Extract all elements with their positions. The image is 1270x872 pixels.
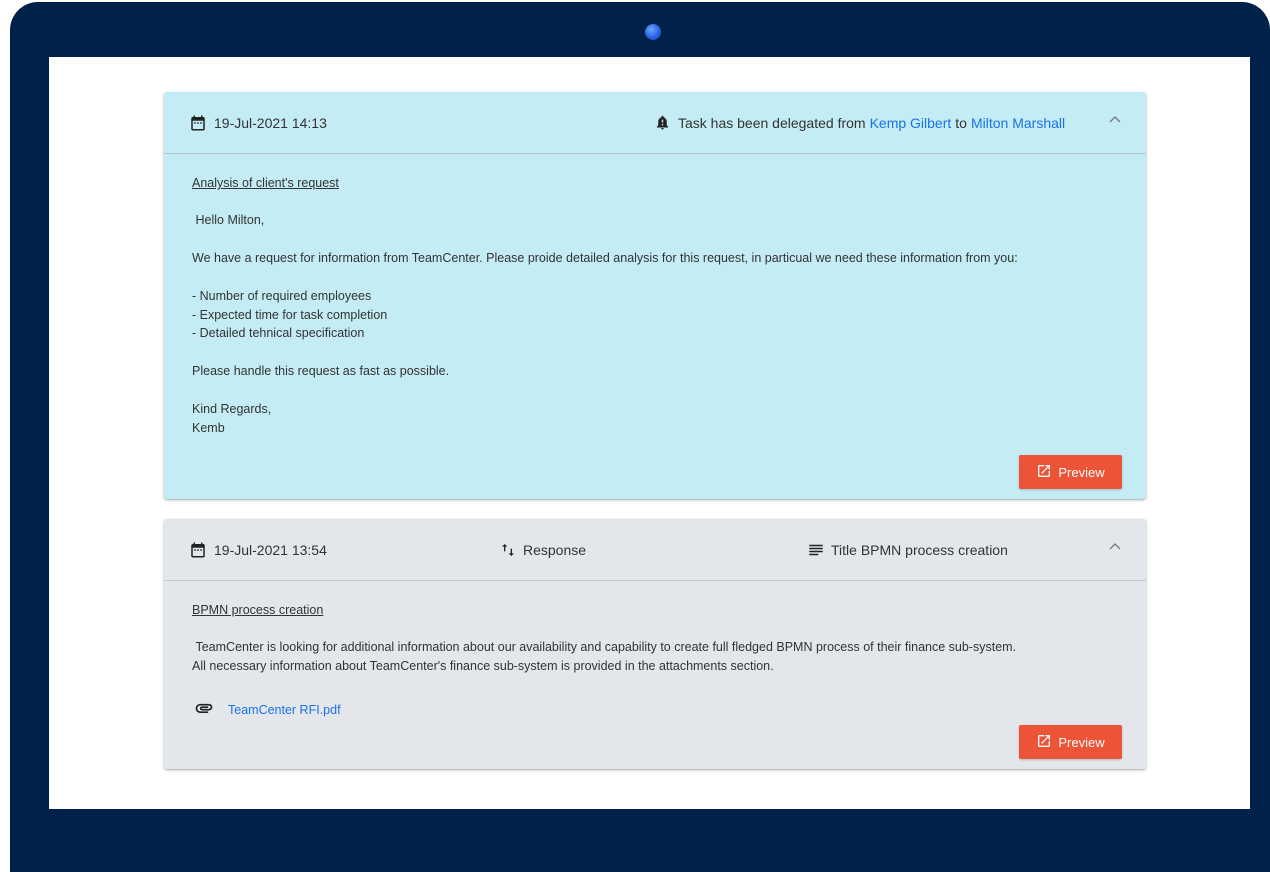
message-subject: Analysis of client's request [192, 176, 339, 190]
history-card-delegation: 19-Jul-2021 14:13 Task has been delegate… [164, 92, 1146, 499]
delegation-group: Task has been delegated from Kemp Gilber… [654, 92, 1065, 153]
swap-vertical-icon [500, 542, 516, 558]
list-item: - Expected time for task completion [192, 307, 388, 322]
calendar-icon [189, 541, 207, 559]
card-header[interactable]: 19-Jul-2021 13:54 Response Title BPMN pr… [164, 519, 1146, 581]
list-item: - Detailed tehnical specification [192, 326, 365, 340]
signature-text: Kemb [192, 420, 225, 435]
chevron-up-icon[interactable] [1106, 110, 1124, 128]
delegation-prefix: Task has been delegated from [678, 114, 866, 131]
device-frame: 19-Jul-2021 14:13 Task has been delegate… [10, 2, 1270, 872]
regards-text: Kind Regards, [192, 402, 272, 416]
date-group: 19-Jul-2021 13:54 [189, 519, 327, 580]
card-type-label: Response [523, 541, 587, 558]
card-date: 19-Jul-2021 13:54 [214, 541, 327, 558]
preview-label: Preview [1058, 464, 1105, 480]
paperclip-icon [194, 698, 214, 721]
message-subject: BPMN process creation [192, 603, 324, 617]
screen: 19-Jul-2021 14:13 Task has been delegate… [49, 57, 1250, 809]
preview-button[interactable]: Preview [1019, 725, 1122, 759]
open-in-new-icon [1036, 463, 1052, 482]
message-text: TeamCenter is looking for additional inf… [192, 638, 1132, 675]
message-intro: We have a request for information from T… [192, 251, 1018, 265]
type-group: Response [500, 519, 586, 580]
camera-dot [645, 24, 661, 40]
message-signoff: Kind Regards, Kemb [192, 400, 271, 437]
requirements-list: - Number of required employees - Expecte… [192, 287, 387, 343]
attachment-item: TeamCenter RFI.pdf [194, 698, 341, 721]
message-closing: Please handle this request as fast as po… [192, 364, 450, 378]
message-greeting: Hello Milton, [192, 213, 265, 227]
card-title-label: Title BPMN process creation [831, 541, 1008, 558]
message-line: All necessary information about TeamCent… [192, 658, 774, 673]
open-in-new-icon [1036, 733, 1052, 752]
chevron-up-icon[interactable] [1106, 537, 1124, 555]
history-card-response: 19-Jul-2021 13:54 Response Title BPMN pr… [164, 519, 1146, 769]
preview-label: Preview [1058, 734, 1105, 750]
card-header[interactable]: 19-Jul-2021 14:13 Task has been delegate… [164, 92, 1146, 154]
subject-lines-icon [807, 541, 825, 559]
attachment-link[interactable]: TeamCenter RFI.pdf [228, 703, 341, 717]
preview-button[interactable]: Preview [1019, 455, 1122, 489]
date-group: 19-Jul-2021 14:13 [189, 92, 327, 153]
list-item: - Number of required employees [192, 289, 372, 303]
delegated-to-link[interactable]: Milton Marshall [971, 115, 1065, 131]
calendar-icon [189, 114, 207, 132]
delegated-from-link[interactable]: Kemp Gilbert [870, 115, 952, 131]
delegation-connector: to [955, 114, 967, 131]
title-group: Title BPMN process creation [807, 519, 1008, 580]
bell-alert-icon [654, 114, 671, 131]
card-date: 19-Jul-2021 14:13 [214, 114, 327, 131]
message-line: TeamCenter is looking for additional inf… [192, 640, 1017, 654]
